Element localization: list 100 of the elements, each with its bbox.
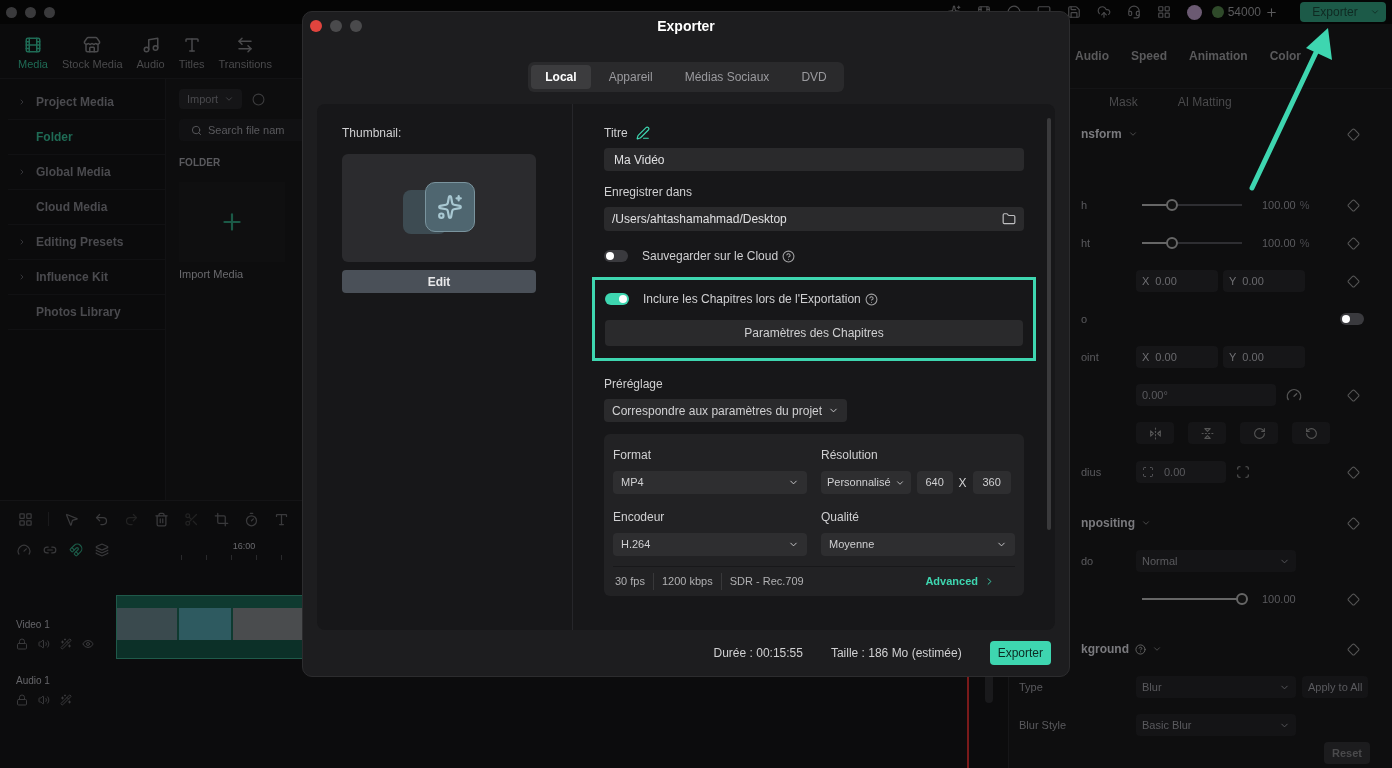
save-icon[interactable] [1066, 5, 1081, 19]
property-tab[interactable]: Speed [1131, 47, 1167, 65]
wand-icon[interactable] [60, 638, 72, 650]
window-control[interactable] [25, 6, 36, 18]
dial-icon[interactable] [1286, 387, 1302, 403]
help-icon[interactable] [864, 292, 878, 306]
layers-icon[interactable] [95, 543, 109, 557]
sidebar-item[interactable]: Editing Presets [36, 233, 124, 251]
quality-dropdown[interactable]: Moyenne [829, 536, 875, 553]
folder-icon[interactable] [1002, 212, 1016, 226]
sub-tab[interactable]: Mask [1109, 92, 1138, 111]
title-field[interactable]: Ma Vidéo [604, 148, 1024, 171]
sidebar-item[interactable]: Cloud Media [36, 198, 108, 216]
cloud-upload-icon[interactable] [1096, 5, 1111, 19]
media-tab[interactable]: Titles [178, 55, 205, 72]
corner-icon[interactable] [1236, 465, 1250, 479]
close-button[interactable] [310, 20, 322, 32]
width-field[interactable]: 640 [916, 471, 953, 494]
scrollbar[interactable] [1047, 118, 1051, 530]
property-tab[interactable]: Audio [1075, 47, 1109, 65]
sidebar-item[interactable]: Folder [36, 128, 73, 146]
media-tab[interactable]: Media [18, 55, 48, 72]
caret-icon[interactable] [1370, 7, 1380, 17]
keyframe-icon[interactable] [1347, 516, 1360, 530]
export-tab[interactable]: Local [531, 65, 591, 89]
export-tab[interactable]: Appareil [594, 65, 667, 89]
keyframe-icon[interactable] [1347, 592, 1360, 606]
expand-icon[interactable] [18, 98, 26, 106]
number-field[interactable]: X 0.00 [1136, 346, 1218, 368]
keyframe-icon[interactable] [1347, 198, 1360, 212]
dropdown[interactable]: Normal [1142, 552, 1178, 570]
keyframe-icon[interactable] [1347, 465, 1360, 479]
lock-icon[interactable] [16, 638, 28, 650]
number-field[interactable]: Y 0.00 [1223, 270, 1305, 292]
text-icon[interactable] [274, 511, 289, 527]
expand-icon[interactable] [18, 238, 26, 246]
toggle-switch[interactable] [605, 293, 629, 305]
caret-icon[interactable] [1127, 129, 1138, 139]
angle-field[interactable]: 0.00° [1136, 384, 1276, 406]
media-tab[interactable]: Stock Media [61, 55, 123, 72]
zoom-button[interactable] [350, 20, 362, 32]
advanced-link[interactable]: Advanced [925, 573, 978, 590]
wand-icon[interactable] [60, 694, 72, 706]
volume-icon[interactable] [38, 638, 50, 650]
edit-button[interactable]: Edit [342, 270, 536, 293]
minimize-button[interactable] [330, 20, 342, 32]
layout-icon[interactable] [18, 511, 33, 527]
grid-icon[interactable] [1156, 5, 1171, 19]
toggle-switch[interactable] [1340, 313, 1364, 325]
rotate-left-button[interactable] [1292, 422, 1330, 444]
property-tab[interactable]: Color [1269, 47, 1302, 65]
timer-icon[interactable] [244, 511, 259, 527]
keyframe-icon[interactable] [1347, 274, 1360, 288]
number-field[interactable]: Y 0.00 [1223, 346, 1305, 368]
eye-icon[interactable] [82, 638, 94, 650]
window-control[interactable] [6, 6, 17, 18]
avatar[interactable] [1186, 4, 1202, 20]
keyframe-icon[interactable] [1347, 642, 1360, 656]
headset-icon[interactable] [1126, 5, 1141, 19]
number-field[interactable]: X 0.00 [1136, 270, 1218, 292]
delete-icon[interactable] [154, 511, 169, 527]
volume-icon[interactable] [38, 694, 50, 706]
crop-icon[interactable] [214, 511, 229, 527]
property-tab[interactable]: Animation [1189, 47, 1248, 65]
toggle-switch[interactable] [604, 250, 628, 262]
link-icon[interactable] [43, 543, 57, 557]
window-control[interactable] [44, 6, 55, 18]
encoder-dropdown[interactable]: H.264 [621, 536, 651, 553]
sidebar-item[interactable]: Influence Kit [36, 268, 108, 286]
sidebar-item[interactable]: Global Media [36, 163, 111, 181]
ai-pen-icon[interactable] [635, 126, 650, 140]
media-tab[interactable]: Audio [136, 55, 165, 72]
expand-icon[interactable] [18, 168, 26, 176]
chapter-settings-button[interactable]: Paramètres des Chapitres [605, 320, 1023, 346]
sub-tab[interactable]: AI Matting [1177, 92, 1232, 111]
undo-icon[interactable] [94, 511, 109, 527]
format-dropdown[interactable]: MP4 [621, 474, 644, 491]
lock-icon[interactable] [16, 694, 28, 706]
keyframe-icon[interactable] [1347, 127, 1360, 141]
export-button[interactable]: Exporter [989, 641, 1051, 665]
magnet-icon[interactable] [69, 543, 83, 557]
sidebar-item[interactable]: Project Media [36, 93, 115, 111]
expand-icon[interactable] [18, 273, 26, 281]
export-tab[interactable]: Médias Sociaux [670, 65, 784, 89]
caret-icon[interactable] [1141, 518, 1151, 528]
dropdown[interactable]: Blur [1142, 678, 1162, 696]
record-icon[interactable] [252, 92, 266, 106]
height-field[interactable]: 360 [972, 471, 1011, 494]
pointer-icon[interactable] [64, 511, 79, 527]
keyframe-icon[interactable] [1347, 236, 1360, 250]
media-tab[interactable]: Transitions [218, 55, 272, 72]
rotate-right-button[interactable] [1240, 422, 1278, 444]
sidebar-item[interactable]: Photos Library [36, 303, 121, 321]
export-tab[interactable]: DVD [787, 65, 841, 89]
help-icon[interactable] [782, 249, 796, 263]
apply-all-button[interactable]: Apply to All [1302, 676, 1369, 698]
flip-vertical-button[interactable] [1188, 422, 1226, 444]
keyframe-icon[interactable] [1347, 388, 1360, 402]
caret-icon[interactable] [1152, 644, 1162, 654]
radius-value[interactable]: 0.00 [1164, 463, 1186, 481]
